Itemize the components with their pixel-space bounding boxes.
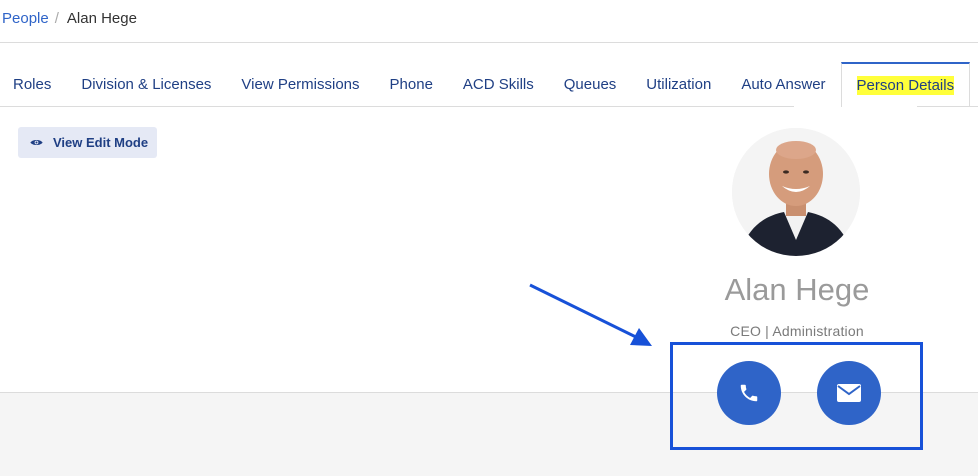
tab-acd-skills[interactable]: ACD Skills — [448, 62, 549, 107]
breadcrumb-current: Alan Hege — [66, 9, 137, 27]
view-edit-mode-label: View Edit Mode — [53, 135, 149, 150]
tab-bar: Roles Division & Licenses View Permissio… — [0, 62, 978, 107]
phone-icon — [740, 384, 758, 402]
person-name: Alan Hege — [724, 272, 870, 307]
breadcrumb: People / Alan Hege — [2, 8, 137, 28]
breadcrumb-people-link[interactable]: People — [2, 10, 49, 27]
tab-bar-underline-left — [0, 106, 794, 107]
eye-icon — [30, 139, 43, 146]
header-divider — [0, 42, 978, 43]
tab-roles[interactable]: Roles — [0, 62, 66, 107]
breadcrumb-separator: / — [54, 9, 59, 27]
avatar — [732, 128, 860, 256]
email-button[interactable] — [817, 361, 881, 425]
contact-actions-highlight — [670, 342, 923, 450]
tab-bar-underline-right — [917, 106, 978, 107]
envelope-icon — [837, 384, 861, 402]
tab-person-details[interactable]: Person Details — [840, 62, 971, 107]
avatar-photo — [732, 128, 860, 256]
tab-view-permissions[interactable]: View Permissions — [226, 62, 374, 107]
tab-queues[interactable]: Queues — [549, 62, 632, 107]
tab-phone[interactable]: Phone — [375, 62, 448, 107]
tab-auto-answer[interactable]: Auto Answer — [726, 62, 840, 107]
person-title: CEO | Administration — [730, 323, 864, 339]
call-button[interactable] — [717, 361, 781, 425]
tab-utilization[interactable]: Utilization — [631, 62, 726, 107]
tab-division-licenses[interactable]: Division & Licenses — [66, 62, 226, 107]
annotation-arrow-icon — [529, 283, 652, 346]
view-edit-mode-button[interactable]: View Edit Mode — [18, 127, 157, 158]
